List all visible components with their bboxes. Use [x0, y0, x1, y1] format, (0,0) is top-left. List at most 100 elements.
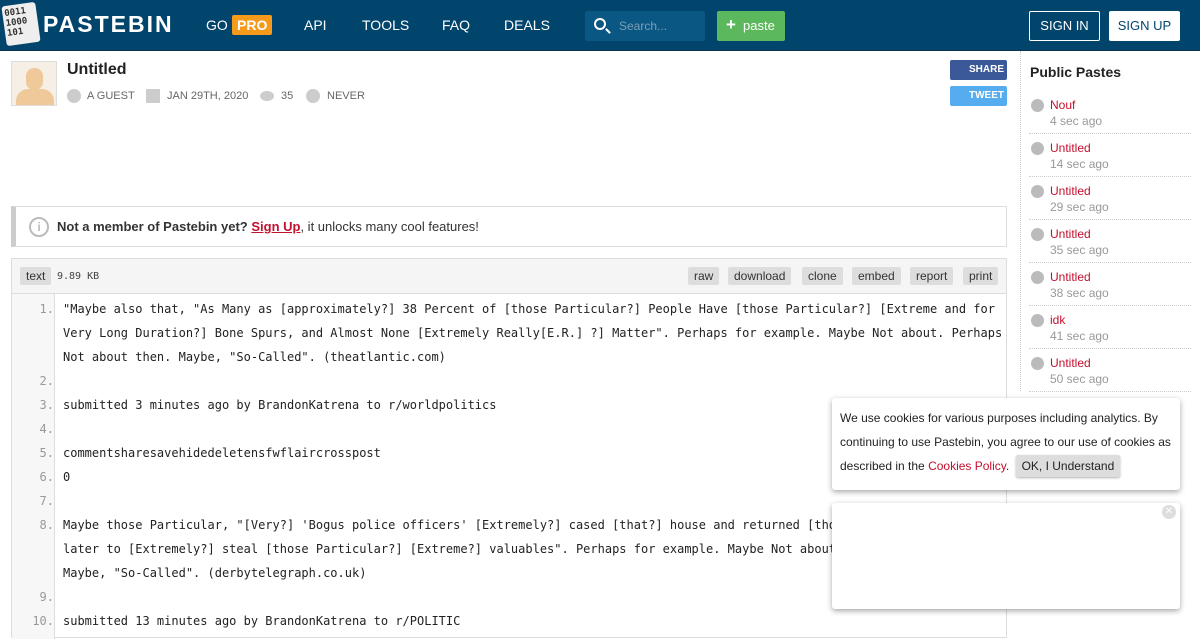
plus-icon: + — [726, 15, 736, 34]
list-item[interactable]: Untitled 38 sec ago — [1029, 263, 1191, 306]
brand-name[interactable]: PASTEBIN — [43, 11, 174, 38]
line-number: 8. — [39, 518, 54, 532]
line-number: 10. — [32, 614, 54, 628]
paste-link[interactable]: idk — [1050, 313, 1065, 327]
sign-in-button[interactable]: SIGN IN — [1029, 11, 1100, 41]
signup-notice: i Not a member of Pastebin yet? Sign Up,… — [11, 206, 1007, 247]
report-button[interactable]: report — [910, 267, 954, 285]
new-paste-button[interactable]: + paste — [717, 11, 785, 41]
code-toolbar: text 9.89 KB raw download clone embed re… — [12, 259, 1006, 294]
code-line: 0 — [63, 470, 71, 484]
paste-time: 38 sec ago — [1050, 286, 1109, 300]
paste-size: 9.89 KB — [57, 271, 100, 282]
line-number: 7. — [39, 494, 54, 508]
avatar — [11, 61, 57, 106]
paste-views: 35 — [281, 90, 294, 102]
twitter-tweet-button[interactable]: TWEET — [950, 86, 1007, 106]
globe-icon — [1031, 357, 1044, 370]
pro-badge[interactable]: PRO — [232, 15, 273, 35]
notice-bold: Not a member of Pastebin yet? — [57, 219, 248, 234]
line-number: 2. — [39, 374, 54, 388]
search-placeholder: Search... — [619, 19, 668, 33]
public-pastes-sidebar: Public Pastes Nouf 4 sec ago Untitled 14 se… — [1020, 51, 1200, 392]
code-line: Maybe those Particular, "[Very?] 'Bogus … — [63, 518, 851, 532]
nav-faq[interactable]: FAQ — [442, 17, 470, 33]
code-line: Maybe, "So-Called". (derbytelegraph.co.u… — [63, 566, 367, 580]
paste-link[interactable]: Untitled — [1050, 270, 1091, 284]
list-item[interactable]: Untitled 35 sec ago — [1029, 220, 1191, 263]
line-number: 6. — [39, 470, 54, 484]
cookie-accept-button[interactable]: OK, I Understand — [1015, 455, 1121, 477]
paste-author[interactable]: A GUEST — [87, 90, 135, 102]
search-icon — [594, 18, 606, 30]
line-number: 4. — [39, 422, 54, 436]
stopwatch-icon — [306, 89, 320, 103]
list-item[interactable]: Untitled 14 sec ago — [1029, 134, 1191, 177]
notice-signup-link[interactable]: Sign Up — [251, 219, 300, 234]
sign-up-button[interactable]: SIGN UP — [1109, 11, 1180, 41]
paste-link[interactable]: Nouf — [1050, 98, 1075, 112]
globe-icon — [1031, 99, 1044, 112]
raw-button[interactable]: raw — [688, 267, 720, 285]
globe-icon — [1031, 314, 1044, 327]
syntax-tag[interactable]: text — [20, 267, 52, 285]
code-line: later to [Extremely?] steal [those Parti… — [63, 542, 858, 556]
globe-icon — [1031, 185, 1044, 198]
code-line: submitted 3 minutes ago by BrandonKatren… — [63, 398, 497, 412]
cookie-period: . — [1005, 459, 1010, 473]
code-line: commentsharesavehidedeletensfwflaircross… — [63, 446, 381, 460]
paste-label: paste — [743, 18, 775, 33]
nav-deals[interactable]: DEALS — [504, 17, 550, 33]
info-icon: i — [29, 217, 49, 237]
paste-time: 41 sec ago — [1050, 329, 1109, 343]
facebook-share-button[interactable]: SHARE — [950, 60, 1007, 80]
paste-date: JAN 29TH, 2020 — [167, 90, 249, 102]
embed-button[interactable]: embed — [852, 267, 901, 285]
globe-icon — [1031, 228, 1044, 241]
paste-time: 14 sec ago — [1050, 157, 1109, 171]
paste-time: 29 sec ago — [1050, 200, 1109, 214]
code-line: Not about then. Maybe, "So-Called". (the… — [63, 350, 446, 364]
paste-link[interactable]: Untitled — [1050, 227, 1091, 241]
list-item[interactable]: idk 41 sec ago — [1029, 306, 1191, 349]
download-button[interactable]: download — [728, 267, 792, 285]
ad-popup: ✕ — [832, 503, 1180, 609]
search-input[interactable]: Search... — [585, 11, 705, 41]
list-item[interactable]: Untitled 29 sec ago — [1029, 177, 1191, 220]
paste-link[interactable]: Untitled — [1050, 356, 1091, 370]
sidebar-title: Public Pastes — [1030, 64, 1122, 80]
cookies-policy-link[interactable]: Cookies Policy — [928, 459, 1006, 473]
code-line: submitted 13 minutes ago by BrandonKatre… — [63, 614, 461, 628]
paste-link[interactable]: Untitled — [1050, 184, 1091, 198]
globe-icon — [1031, 142, 1044, 155]
globe-icon — [1031, 271, 1044, 284]
nav-tools[interactable]: TOOLS — [362, 17, 409, 33]
top-nav: 0011 1000 101 PASTEBIN GO PRO API TOOLS … — [0, 0, 1200, 51]
line-number: 9. — [39, 590, 54, 604]
cookie-banner: We use cookies for various purposes incl… — [832, 398, 1180, 490]
line-number: 3. — [39, 398, 54, 412]
list-item[interactable]: Untitled 50 sec ago — [1029, 349, 1191, 392]
code-line: Very Long Duration?] Bone Spurs, and Alm… — [63, 326, 1003, 340]
nav-api[interactable]: API — [304, 17, 327, 33]
eye-icon — [260, 91, 274, 101]
notice-text: , it unlocks many cool features! — [300, 219, 479, 234]
list-item[interactable]: Nouf 4 sec ago — [1029, 91, 1191, 134]
paste-time: 4 sec ago — [1050, 114, 1103, 128]
close-icon[interactable]: ✕ — [1162, 505, 1176, 519]
paste-time: 50 sec ago — [1050, 372, 1109, 386]
nav-go-pro[interactable]: GO — [206, 17, 228, 33]
paste-expiry: NEVER — [327, 90, 365, 102]
pastebin-logo-icon[interactable]: 0011 1000 101 — [1, 1, 41, 47]
user-icon — [67, 89, 81, 103]
print-button[interactable]: print — [963, 267, 999, 285]
line-number: 5. — [39, 446, 54, 460]
page-title: Untitled — [67, 61, 127, 78]
code-line: "Maybe also that, "As Many as [approxima… — [63, 302, 995, 316]
line-number-gutter — [12, 294, 55, 639]
paste-link[interactable]: Untitled — [1050, 141, 1091, 155]
clone-button[interactable]: clone — [802, 267, 843, 285]
calendar-icon — [146, 89, 160, 103]
line-number: 1. — [39, 302, 54, 316]
paste-time: 35 sec ago — [1050, 243, 1109, 257]
